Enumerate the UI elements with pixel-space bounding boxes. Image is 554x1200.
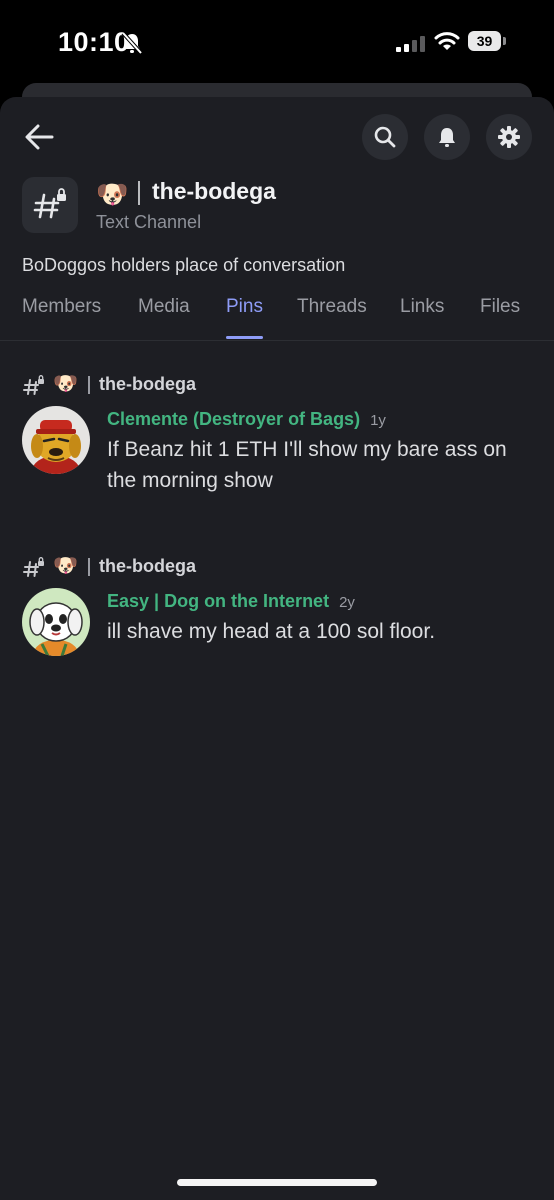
home-indicator[interactable]	[177, 1179, 377, 1186]
cellular-signal-icon	[396, 36, 425, 52]
status-bar: 10:10 39	[0, 0, 554, 80]
battery-icon: 39	[468, 31, 506, 51]
avatar-image	[22, 406, 90, 474]
avatar-image	[22, 588, 90, 656]
locked-hash-icon	[23, 557, 44, 577]
tab-members[interactable]: Members	[22, 296, 101, 318]
status-time: 10:10	[58, 27, 130, 57]
channel-name-separator	[138, 181, 140, 205]
message-time: 2y	[339, 594, 355, 611]
tabs-divider	[0, 340, 554, 341]
avatar[interactable]	[22, 588, 90, 656]
pin-channel-separator	[88, 558, 90, 576]
pin-channel-emoji: 🐶	[53, 373, 78, 395]
tab-threads[interactable]: Threads	[297, 296, 367, 318]
locked-hash-icon	[33, 188, 66, 219]
bell-icon	[439, 128, 455, 147]
channel-emoji: 🐶	[96, 179, 129, 209]
tab-pins[interactable]: Pins	[226, 296, 263, 318]
author-name[interactable]: Clemente (Destroyer of Bags)	[107, 409, 360, 429]
active-tab-indicator	[226, 336, 263, 339]
pin-channel-emoji: 🐶	[53, 555, 78, 577]
gear-icon	[498, 126, 520, 148]
wifi-icon	[434, 32, 460, 50]
author-name[interactable]: Easy | Dog on the Internet	[107, 591, 329, 611]
channel-type: Text Channel	[96, 212, 202, 232]
channel-description: BoDoggos holders place of conversation	[22, 255, 346, 275]
message-author[interactable]: Clemente (Destroyer of Bags) 1y	[107, 409, 386, 430]
tab-media[interactable]: Media	[138, 296, 190, 318]
bell-slash-icon	[121, 31, 143, 55]
message-text: If Beanz hit 1 ETH I'll show my bare ass…	[107, 438, 507, 492]
search-icon	[374, 126, 396, 148]
tab-files[interactable]: Files	[480, 296, 520, 318]
pin-channel-separator	[88, 376, 90, 394]
channel-name: the-bodega	[152, 178, 276, 204]
notifications-button[interactable]	[424, 114, 470, 160]
pin-channel-name: the-bodega	[99, 556, 196, 576]
message-time: 1y	[370, 412, 386, 429]
channel-icon-box	[22, 177, 78, 233]
message-text: ill shave my head at a 100 sol floor.	[107, 620, 436, 643]
battery-tip	[503, 37, 506, 45]
locked-hash-icon	[23, 375, 44, 395]
back-arrow-icon[interactable]	[22, 119, 58, 155]
search-button[interactable]	[362, 114, 408, 160]
pin-channel-name: the-bodega	[99, 374, 196, 394]
phone-screen: 10:10 39 🐶 the-bodega Text Channel BoDog…	[0, 0, 554, 1200]
channel-tabs: Members Media Pins Threads Links Files	[0, 296, 554, 340]
tab-links[interactable]: Links	[400, 296, 444, 318]
battery-level: 39	[468, 31, 501, 51]
message-author[interactable]: Easy | Dog on the Internet 2y	[107, 591, 355, 612]
avatar[interactable]	[22, 406, 90, 474]
settings-button[interactable]	[486, 114, 532, 160]
